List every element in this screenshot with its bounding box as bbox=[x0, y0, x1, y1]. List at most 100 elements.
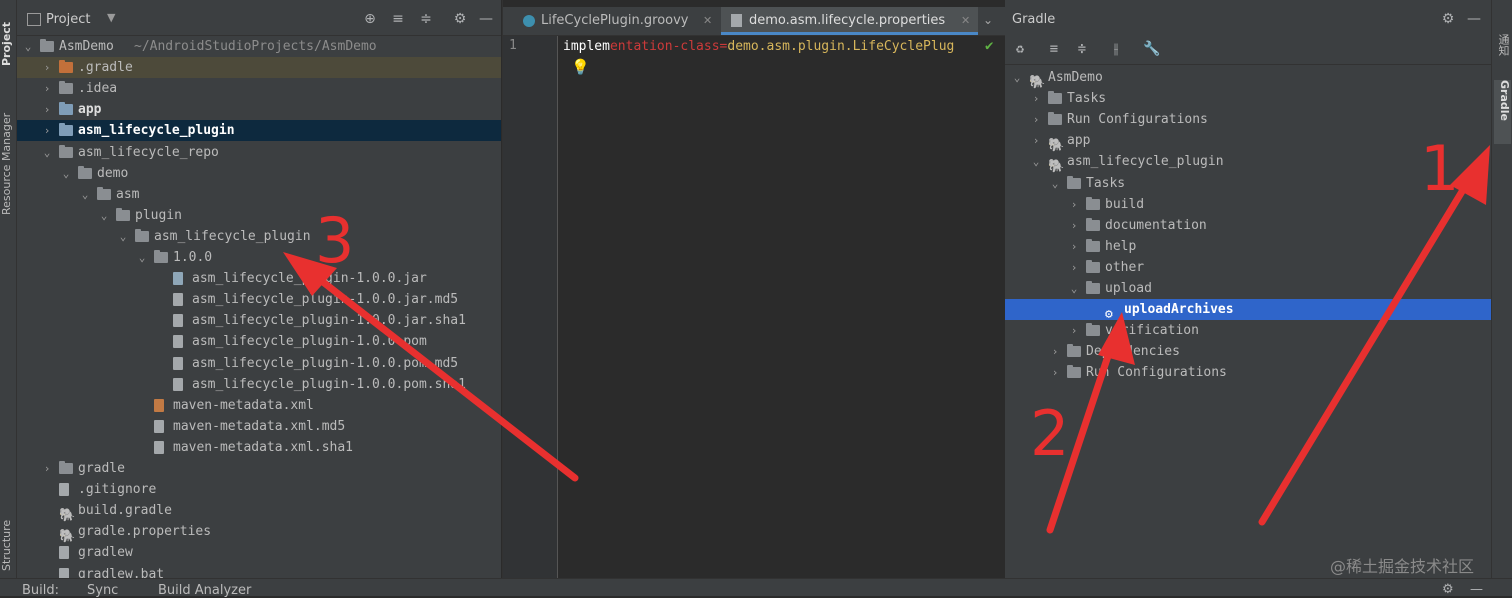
resource-manager-tool-tab[interactable]: Resource Manager bbox=[0, 104, 16, 224]
chevron-right-icon[interactable]: › bbox=[1030, 88, 1042, 109]
tree-row[interactable]: › Dependencies bbox=[1005, 341, 1491, 362]
chevron-right-icon[interactable]: › bbox=[41, 458, 53, 479]
tree-row-label: asm_lifecycle_plugin-1.0.0.jar.md5 bbox=[192, 292, 459, 308]
tree-row[interactable]: ⌄ asm_lifecycle_repo bbox=[17, 142, 501, 163]
tree-row[interactable]: › .gradle bbox=[17, 57, 501, 79]
chevron-down-icon[interactable]: ⌄ bbox=[79, 184, 91, 205]
expand-all-icon[interactable]: ≡ bbox=[1045, 41, 1063, 57]
tab-demo-asm-lifecycle-properties[interactable]: demo.asm.lifecycle.properties ✕ bbox=[721, 7, 978, 35]
tree-row[interactable]: ⌄ AsmDemo ~/AndroidStudioProjects/AsmDemo bbox=[17, 36, 501, 57]
tree-row[interactable]: › help bbox=[1005, 236, 1491, 257]
structure-tool-tab[interactable]: Structure bbox=[0, 512, 16, 578]
chevron-down-icon[interactable]: ⌄ bbox=[1030, 151, 1042, 172]
tree-row[interactable]: › build bbox=[1005, 194, 1491, 215]
tree-row[interactable]: › other bbox=[1005, 257, 1491, 278]
tree-row[interactable]: maven-metadata.xml.sha1 bbox=[17, 437, 501, 458]
toggle-offline-icon[interactable]: ⫲ bbox=[1107, 41, 1125, 57]
notifications-tool-tab[interactable]: 通知 bbox=[1494, 34, 1511, 56]
project-tool-tab[interactable]: Project bbox=[0, 14, 16, 74]
intention-bulb-icon[interactable]: 💡 bbox=[571, 58, 590, 76]
gradle-tool-tab[interactable]: Gradle bbox=[1494, 80, 1511, 144]
chevron-right-icon[interactable]: › bbox=[1068, 257, 1080, 278]
tree-row[interactable]: ⌄ Tasks bbox=[1005, 173, 1491, 194]
tree-row[interactable]: › 🐘 app bbox=[1005, 130, 1491, 153]
tree-row[interactable]: › verification bbox=[1005, 320, 1491, 341]
tree-row[interactable]: .gitignore bbox=[17, 479, 501, 500]
tree-row[interactable]: 🐘 build.gradle bbox=[17, 500, 501, 523]
tree-row[interactable]: asm_lifecycle_plugin-1.0.0.jar bbox=[17, 268, 501, 289]
close-icon[interactable]: ✕ bbox=[703, 7, 712, 35]
tree-row[interactable]: asm_lifecycle_plugin-1.0.0.pom bbox=[17, 331, 501, 352]
chevron-down-icon[interactable]: ⌄ bbox=[41, 142, 53, 163]
tree-row[interactable]: › gradle bbox=[17, 458, 501, 479]
tab-lifecycleplugin-groovy[interactable]: LifeCyclePlugin.groovy ✕ bbox=[503, 7, 718, 35]
tree-row[interactable]: › Run Configurations bbox=[1005, 109, 1491, 130]
chevron-down-icon[interactable]: ⌄ bbox=[117, 226, 129, 247]
tree-row[interactable]: asm_lifecycle_plugin-1.0.0.pom.md5 bbox=[17, 353, 501, 374]
expand-all-icon[interactable]: ≡ bbox=[389, 11, 407, 27]
sync-tab[interactable]: Sync bbox=[87, 583, 118, 598]
chevron-right-icon[interactable]: › bbox=[1030, 130, 1042, 151]
chevron-right-icon[interactable]: › bbox=[41, 120, 53, 141]
chevron-down-icon[interactable]: ⌄ bbox=[60, 163, 72, 184]
wrench-icon[interactable]: 🔧 bbox=[1143, 41, 1161, 57]
tree-row[interactable]: ⚙ uploadArchives bbox=[1005, 299, 1491, 322]
tree-row[interactable]: › asm_lifecycle_plugin bbox=[17, 120, 501, 142]
chevron-right-icon[interactable]: › bbox=[1049, 341, 1061, 362]
tree-row[interactable]: › .idea bbox=[17, 78, 501, 99]
code-line[interactable]: implementation-class=demo.asm.plugin.Lif… bbox=[563, 36, 954, 57]
build-analyzer-tab[interactable]: Build Analyzer bbox=[158, 583, 251, 598]
tree-row[interactable]: maven-metadata.xml.md5 bbox=[17, 416, 501, 437]
tree-row[interactable]: › Run Configurations bbox=[1005, 362, 1491, 383]
hide-icon[interactable]: — bbox=[1465, 11, 1483, 27]
tree-row[interactable]: › Tasks bbox=[1005, 88, 1491, 109]
chevron-right-icon[interactable]: › bbox=[1030, 109, 1042, 130]
tree-row[interactable]: ⌄ 1.0.0 bbox=[17, 247, 501, 268]
tree-row[interactable]: ⌄ upload bbox=[1005, 278, 1491, 299]
tree-row[interactable]: › documentation bbox=[1005, 215, 1491, 236]
chevron-down-icon[interactable]: ⌄ bbox=[22, 36, 34, 57]
tree-row-label: AsmDemo bbox=[1048, 70, 1103, 85]
tree-row[interactable]: maven-metadata.xml bbox=[17, 395, 501, 416]
tree-row[interactable]: ⌄ asm_lifecycle_plugin bbox=[17, 226, 501, 247]
chevron-right-icon[interactable]: › bbox=[41, 99, 53, 120]
hide-icon[interactable]: — bbox=[477, 11, 495, 27]
chevron-down-icon[interactable]: ⌄ bbox=[1011, 67, 1023, 88]
tree-row[interactable]: 🐘 gradle.properties bbox=[17, 521, 501, 544]
chevron-right-icon[interactable]: › bbox=[41, 57, 53, 78]
tree-row[interactable]: ⌄ demo bbox=[17, 163, 501, 184]
tree-row-label: asm_lifecycle_plugin-1.0.0.pom.md5 bbox=[192, 355, 459, 371]
tree-row[interactable]: ⌄ plugin bbox=[17, 205, 501, 226]
gear-icon[interactable]: ⚙ bbox=[451, 11, 469, 27]
chevron-right-icon[interactable]: › bbox=[1068, 236, 1080, 257]
reload-elephant-icon[interactable]: ♻ bbox=[1011, 41, 1029, 57]
tab-label: LifeCyclePlugin.groovy bbox=[541, 13, 689, 28]
chevron-down-icon[interactable]: ⌄ bbox=[98, 205, 110, 226]
tree-row[interactable]: gradlew bbox=[17, 542, 501, 563]
chevron-down-icon[interactable]: ⌄ bbox=[1049, 173, 1061, 194]
tree-row[interactable]: asm_lifecycle_plugin-1.0.0.pom.sha1 bbox=[17, 374, 501, 395]
tree-row[interactable]: ⌄ 🐘 asm_lifecycle_plugin bbox=[1005, 151, 1491, 174]
tree-row[interactable]: asm_lifecycle_plugin-1.0.0.jar.sha1 bbox=[17, 310, 501, 331]
chevron-down-icon[interactable]: ▼ bbox=[107, 11, 115, 24]
chevron-right-icon[interactable]: › bbox=[1068, 215, 1080, 236]
line-number: 1 bbox=[509, 38, 517, 53]
chevron-right-icon[interactable]: › bbox=[41, 78, 53, 99]
chevron-down-icon[interactable]: ⌄ bbox=[136, 247, 148, 268]
locate-icon[interactable]: ⊕ bbox=[361, 11, 379, 27]
chevron-right-icon[interactable]: › bbox=[1049, 362, 1061, 383]
tree-row[interactable]: asm_lifecycle_plugin-1.0.0.jar.md5 bbox=[17, 289, 501, 310]
collapse-all-icon[interactable]: ≑ bbox=[417, 11, 435, 27]
gear-icon[interactable]: ⚙ bbox=[1439, 11, 1457, 27]
tree-row[interactable]: › app bbox=[17, 99, 501, 120]
chevron-right-icon[interactable]: › bbox=[1068, 194, 1080, 215]
chevron-right-icon[interactable]: › bbox=[1068, 320, 1080, 341]
tree-row-label: Dependencies bbox=[1086, 344, 1180, 360]
collapse-all-icon[interactable]: ≑ bbox=[1073, 41, 1091, 57]
project-view-selector[interactable]: Project bbox=[46, 12, 90, 27]
chevron-down-icon[interactable]: ⌄ bbox=[1068, 278, 1080, 299]
close-icon[interactable]: ✕ bbox=[961, 7, 970, 35]
tab-list-chevron-icon[interactable]: ⌄ bbox=[983, 13, 993, 27]
tree-row[interactable]: ⌄ 🐘 AsmDemo bbox=[1005, 67, 1491, 90]
tree-row[interactable]: ⌄ asm bbox=[17, 184, 501, 205]
